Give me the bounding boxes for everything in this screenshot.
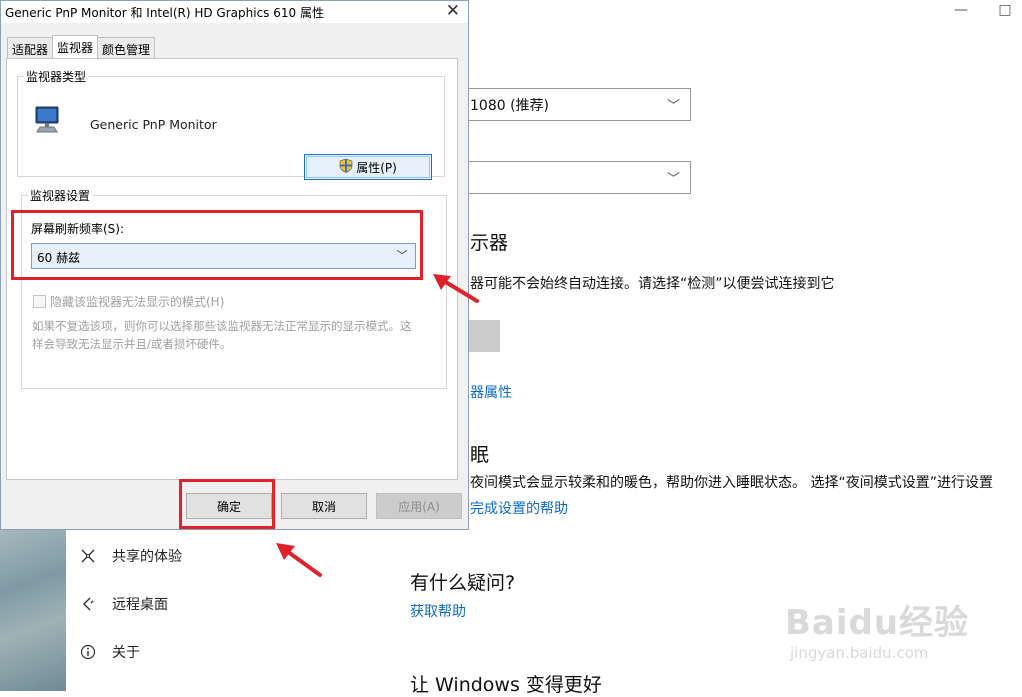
chevron-down-icon: ﹀	[666, 172, 680, 187]
dialog-title: Generic PnP Monitor 和 Intel(R) HD Graphi…	[5, 6, 324, 20]
adapter-properties-link[interactable]: 器属性	[470, 382, 512, 402]
resolution-dropdown[interactable]: 1080 (推荐) ﹀	[463, 88, 691, 121]
improve-windows-heading: 让 Windows 变得更好	[410, 674, 602, 696]
remote-desktop-icon	[80, 596, 96, 612]
window-controls: — □	[954, 2, 1012, 18]
nav-item-remote-desktop[interactable]: 远程桌面	[80, 594, 168, 614]
night-light-help-link[interactable]: 完成设置的帮助	[470, 498, 568, 518]
shared-experiences-icon	[80, 548, 96, 564]
multi-display-heading: 示器	[470, 232, 509, 254]
cancel-button[interactable]: 取消	[281, 493, 367, 519]
dialog-titlebar[interactable]: Generic PnP Monitor 和 Intel(R) HD Graphi…	[1, 1, 468, 23]
baidu-watermark: Baidu经验	[785, 603, 970, 643]
multi-display-text: 器可能不会始终自动连接。请选择“检测”以便尝试连接到它	[470, 276, 835, 292]
questions-heading: 有什么疑问?	[410, 572, 516, 594]
close-icon[interactable]: ✕	[446, 1, 460, 21]
apply-button[interactable]: 应用(A)	[376, 493, 462, 519]
shield-icon	[339, 158, 353, 176]
group-label: 监视器类型	[24, 68, 89, 85]
properties-button-label: 属性(P)	[356, 160, 397, 175]
minimize-button[interactable]: —	[954, 2, 968, 18]
annotation-arrow-ok	[276, 543, 322, 577]
hide-modes-description: 如果不复选该项，则你可以选择那些该监视器无法正常显示的显示模式。这样会导致无法显…	[32, 319, 412, 351]
group-label: 监视器设置	[28, 187, 93, 204]
night-light-text: 夜间模式会显示较柔和的暖色，帮助你进入睡眠状态。 选择“夜间模式设置”进行设置	[470, 475, 993, 491]
sleep-heading: 眠	[470, 444, 490, 466]
baidu-watermark-url: jingyan.baidu.com	[790, 644, 929, 662]
monitor-name: Generic PnP Monitor	[90, 117, 217, 132]
chevron-down-icon: ﹀	[666, 99, 680, 114]
nav-label: 远程桌面	[112, 597, 168, 613]
hide-modes-checkbox[interactable]: 隐藏该监视器无法显示的模式(H)	[33, 293, 224, 310]
orientation-dropdown[interactable]: ﹀	[463, 161, 691, 194]
checkbox-box[interactable]	[33, 295, 46, 308]
nav-label: 关于	[112, 645, 140, 661]
annotation-box-ok	[179, 479, 275, 529]
hide-modes-label: 隐藏该监视器无法显示的模式(H)	[50, 295, 225, 309]
desktop-wallpaper	[0, 528, 66, 691]
nav-item-shared-experiences[interactable]: 共享的体验	[80, 546, 182, 566]
annotation-arrow-refresh	[433, 274, 479, 303]
monitor-type-group: 监视器类型 Generic PnP Monitor 属性(P)	[17, 68, 445, 180]
resolution-value: 1080 (推荐)	[470, 98, 550, 114]
maximize-button[interactable]: □	[998, 2, 1012, 18]
get-help-link[interactable]: 获取帮助	[410, 601, 466, 621]
nav-label: 共享的体验	[112, 549, 182, 565]
properties-button[interactable]: 属性(P)	[304, 154, 432, 180]
monitor-icon	[32, 105, 62, 133]
annotation-box-refresh-rate	[11, 210, 423, 280]
nav-item-about[interactable]: 关于	[80, 642, 140, 662]
info-icon	[80, 644, 96, 660]
